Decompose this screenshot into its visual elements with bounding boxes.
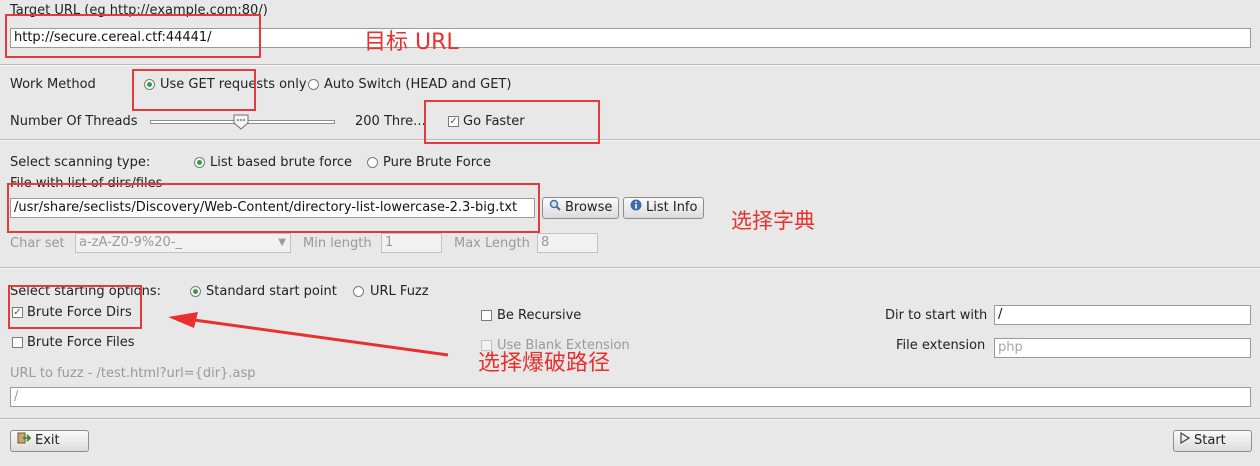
- radio-url-fuzz-label[interactable]: URL Fuzz: [370, 284, 429, 299]
- annotation-box-go-faster: [424, 100, 600, 144]
- separator: [0, 418, 1260, 420]
- charset-value: a-zA-Z0-9%20-_: [79, 235, 183, 250]
- url-fuzz-label: URL to fuzz - /test.html?url={dir}.asp: [10, 366, 256, 381]
- browse-label: Browse: [565, 200, 613, 215]
- separator: [0, 139, 1260, 141]
- max-length-input[interactable]: 8: [537, 233, 598, 253]
- work-method-label: Work Method: [10, 77, 96, 92]
- chevron-down-icon: ▼: [278, 237, 286, 248]
- brute-files-label[interactable]: Brute Force Files: [27, 335, 135, 350]
- recursive-checkbox[interactable]: [481, 310, 492, 321]
- max-length-label: Max Length: [454, 236, 530, 251]
- annotation-box-dirs: [8, 285, 142, 329]
- list-info-button[interactable]: List Info: [623, 197, 705, 219]
- radio-list-based[interactable]: [194, 157, 205, 168]
- threads-value: 200 Thre...: [355, 114, 426, 129]
- annotation-box-method: [132, 69, 256, 111]
- radio-standard-start[interactable]: [190, 286, 201, 297]
- annotation-box-target: [5, 14, 261, 58]
- radio-pure-brute-label[interactable]: Pure Brute Force: [383, 155, 491, 170]
- scan-type-label: Select scanning type:: [10, 155, 151, 170]
- radio-url-fuzz[interactable]: [353, 286, 364, 297]
- play-icon: [1180, 431, 1191, 451]
- dir-start-label: Dir to start with: [885, 308, 988, 323]
- exit-button[interactable]: Exit: [10, 430, 89, 452]
- file-ext-input[interactable]: php: [994, 338, 1251, 358]
- threads-label: Number Of Threads: [10, 114, 138, 129]
- radio-list-based-label[interactable]: List based brute force: [210, 155, 352, 170]
- start-button[interactable]: Start: [1173, 430, 1252, 452]
- min-length-label: Min length: [303, 236, 372, 251]
- url-fuzz-input[interactable]: /: [10, 387, 1251, 407]
- charset-select[interactable]: a-zA-Z0-9%20-_ ▼: [75, 233, 291, 253]
- start-label: Start: [1194, 433, 1226, 448]
- annotation-box-wordlist: [7, 183, 540, 233]
- radio-pure-brute[interactable]: [367, 157, 378, 168]
- separator: [0, 267, 1260, 269]
- recursive-label[interactable]: Be Recursive: [497, 308, 581, 323]
- radio-auto-switch[interactable]: [308, 79, 319, 90]
- annotation-arrow-icon: [168, 312, 449, 357]
- annotation-dirs: 选择爆破路径: [478, 351, 611, 376]
- brute-files-checkbox[interactable]: [12, 337, 23, 348]
- list-info-label: List Info: [646, 200, 698, 215]
- radio-auto-switch-label[interactable]: Auto Switch (HEAD and GET): [324, 77, 511, 92]
- charset-label: Char set: [10, 236, 65, 251]
- info-icon: [630, 198, 642, 218]
- file-ext-label: File extension: [896, 338, 986, 353]
- dir-start-input[interactable]: /: [994, 305, 1251, 325]
- annotation-wordlist: 选择字典: [731, 209, 815, 233]
- annotation-target: 目标 URL: [364, 30, 459, 55]
- exit-label: Exit: [35, 433, 60, 448]
- exit-icon: [17, 431, 32, 451]
- browse-button[interactable]: Browse: [542, 197, 620, 219]
- radio-standard-start-label[interactable]: Standard start point: [206, 284, 337, 299]
- separator: [0, 64, 1260, 66]
- slider-thumb[interactable]: [233, 114, 249, 130]
- min-length-input[interactable]: 1: [381, 233, 442, 253]
- search-icon: [549, 198, 561, 218]
